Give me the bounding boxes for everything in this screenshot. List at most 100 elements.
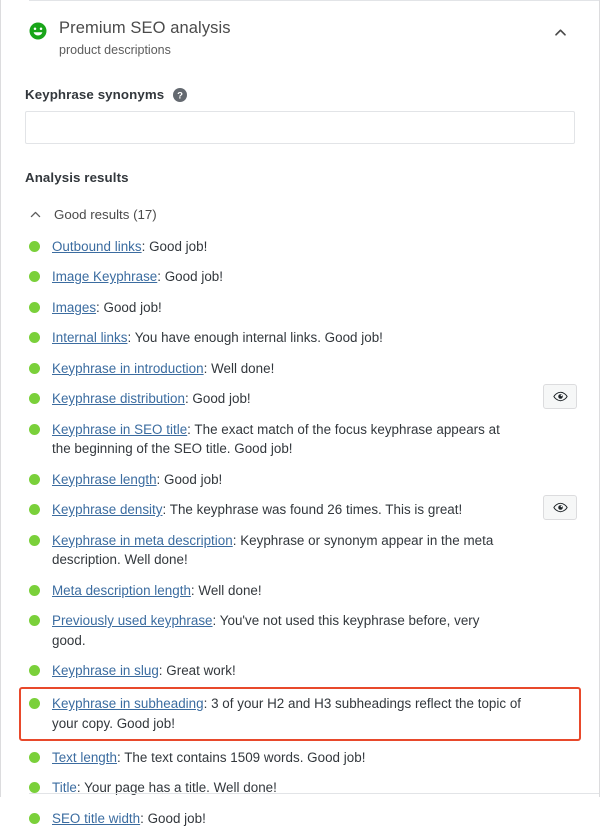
result-text: Image Keyphrase: Good job! xyxy=(52,267,297,287)
result-status-bullet-good xyxy=(29,665,40,676)
result-text: Images: Good job! xyxy=(52,298,236,318)
keyphrase-synonyms-input[interactable] xyxy=(25,111,575,144)
result-assessment-link[interactable]: Internal links xyxy=(52,330,127,345)
keyphrase-synonyms-block: Keyphrase synonyms ? xyxy=(25,87,575,144)
result-status-bullet-good xyxy=(29,698,40,709)
result-text: Keyphrase in introduction: Well done! xyxy=(52,359,348,379)
seo-analysis-panel: Premium SEO analysis product description… xyxy=(0,0,600,826)
result-assessment-link[interactable]: Keyphrase in introduction xyxy=(52,361,204,376)
panel-collapse-toggle[interactable] xyxy=(547,20,573,44)
page-title: Premium SEO analysis xyxy=(59,19,231,37)
result-text: Keyphrase in SEO title: The exact match … xyxy=(52,420,575,459)
good-results-group-toggle[interactable]: Good results (17) xyxy=(29,207,575,222)
keyphrase-synonyms-label: Keyphrase synonyms xyxy=(25,87,165,102)
panel-bottom-divider xyxy=(29,793,599,794)
analysis-result-item: Images: Good job! xyxy=(25,292,575,323)
eye-icon xyxy=(552,500,568,515)
analysis-result-item: Internal links: You have enough internal… xyxy=(25,323,575,354)
result-text: Outbound links: Good job! xyxy=(52,237,281,257)
result-status-bullet-good xyxy=(29,301,40,313)
help-circle-icon[interactable]: ? xyxy=(173,87,188,102)
analysis-result-item: Keyphrase in SEO title: The exact match … xyxy=(25,414,575,464)
result-assessment-link[interactable]: Keyphrase distribution xyxy=(52,391,185,406)
analysis-result-item: Keyphrase in slug: Great work! xyxy=(25,656,575,687)
result-description: : Well done! xyxy=(203,360,275,376)
result-status-bullet-good xyxy=(29,362,40,374)
panel-header[interactable]: Premium SEO analysis product description… xyxy=(25,0,575,59)
result-status-bullet-good xyxy=(29,504,40,515)
result-text: Title: Your page has a title. Well done! xyxy=(52,778,351,798)
result-status-bullet-good xyxy=(29,332,40,343)
result-description: : Great work! xyxy=(158,663,236,678)
result-description: : The text contains 1509 words. Good job… xyxy=(116,749,366,765)
result-description: : You have enough internal links. Good j… xyxy=(127,330,383,345)
result-assessment-link[interactable]: Keyphrase length xyxy=(52,472,157,487)
analysis-result-item: Keyphrase density: The keyphrase was fou… xyxy=(25,494,577,526)
chevron-up-icon xyxy=(554,28,566,36)
result-text: Keyphrase in meta description: Keyphrase… xyxy=(52,531,575,570)
result-text: Text length: The text contains 1509 word… xyxy=(52,748,439,768)
result-description: : Good job! xyxy=(140,810,206,826)
result-text: Meta description length: Well done! xyxy=(52,581,336,601)
result-description: : The keyphrase was found 26 times. This… xyxy=(162,502,463,517)
result-status-bullet-good xyxy=(29,782,40,793)
result-status-bullet-good xyxy=(29,393,40,404)
result-assessment-link[interactable]: Outbound links xyxy=(52,239,142,254)
result-status-bullet-good xyxy=(29,271,40,282)
analysis-result-item: Keyphrase in meta description: Keyphrase… xyxy=(25,525,575,575)
result-assessment-link[interactable]: Keyphrase in meta description xyxy=(52,533,233,548)
result-status-bullet-good xyxy=(29,534,40,546)
highlight-in-text-button[interactable] xyxy=(543,383,577,409)
result-assessment-link[interactable]: SEO title width xyxy=(52,811,140,826)
analysis-result-item: Text length: The text contains 1509 word… xyxy=(25,742,575,773)
result-status-bullet-good xyxy=(29,615,40,626)
result-text: Keyphrase in slug: Great work! xyxy=(52,661,310,681)
page-subtitle: product descriptions xyxy=(59,43,171,57)
result-assessment-link[interactable]: Images xyxy=(52,300,96,315)
keyphrase-synonyms-label-row: Keyphrase synonyms ? xyxy=(25,87,575,102)
analysis-result-item: Image Keyphrase: Good job! xyxy=(25,262,575,293)
good-results-group-label: Good results (17) xyxy=(54,207,157,222)
analysis-result-item: Keyphrase length: Good job! xyxy=(25,464,575,495)
result-status-bullet-good xyxy=(29,751,40,763)
analysis-results-heading: Analysis results xyxy=(25,170,129,185)
result-text: Internal links: You have enough internal… xyxy=(52,328,457,348)
analysis-result-item: Previously used keyphrase: You've not us… xyxy=(25,606,575,656)
result-text: Keyphrase distribution: Good job! xyxy=(52,389,325,409)
result-text: Keyphrase length: Good job! xyxy=(52,470,296,490)
result-description: : Good job! xyxy=(141,238,208,254)
highlight-in-text-button[interactable] xyxy=(543,494,577,520)
result-status-bullet-good xyxy=(29,423,40,435)
analysis-result-item: Outbound links: Good job! xyxy=(25,231,575,262)
result-description: : Well done! xyxy=(190,582,262,598)
result-assessment-link[interactable]: Image Keyphrase xyxy=(52,269,157,284)
result-description: : Good job! xyxy=(156,471,223,487)
result-text: Keyphrase density: The keyphrase was fou… xyxy=(52,500,536,520)
eye-icon xyxy=(552,389,568,404)
analysis-result-item: Keyphrase distribution: Good job! xyxy=(25,383,577,415)
analysis-result-item: Meta description length: Well done! xyxy=(25,575,575,606)
result-assessment-link[interactable]: Keyphrase in SEO title xyxy=(52,422,187,437)
result-status-bullet-good xyxy=(29,473,40,485)
result-status-bullet-good xyxy=(29,584,40,596)
result-description: : Good job! xyxy=(96,299,162,315)
result-status-bullet-good xyxy=(29,240,40,252)
green-smiley-icon xyxy=(29,22,47,40)
analysis-result-item: SEO title width: Good job! xyxy=(25,803,575,834)
analysis-result-list: Outbound links: Good job! Image Keyphrase… xyxy=(19,231,581,834)
result-description: : Good job! xyxy=(184,391,251,406)
result-description: : Good job! xyxy=(157,269,223,284)
result-status-bullet-good xyxy=(29,812,40,824)
chevron-up-icon xyxy=(29,208,42,221)
result-assessment-link[interactable]: Meta description length xyxy=(52,583,191,598)
result-assessment-link[interactable]: Text length xyxy=(52,750,117,765)
result-assessment-link[interactable]: Keyphrase in subheading xyxy=(52,696,204,711)
result-assessment-link[interactable]: Keyphrase in slug xyxy=(52,663,159,678)
svg-text:?: ? xyxy=(177,90,183,101)
analysis-result-item: Title: Your page has a title. Well done! xyxy=(25,773,575,804)
result-assessment-link[interactable]: Previously used keyphrase xyxy=(52,613,213,628)
analysis-result-item-highlighted: Keyphrase in subheading: 3 of your H2 an… xyxy=(19,687,581,741)
result-assessment-link[interactable]: Keyphrase density xyxy=(52,502,163,517)
result-text: SEO title width: Good job! xyxy=(52,809,280,829)
result-text: Previously used keyphrase: You've not us… xyxy=(52,611,575,650)
